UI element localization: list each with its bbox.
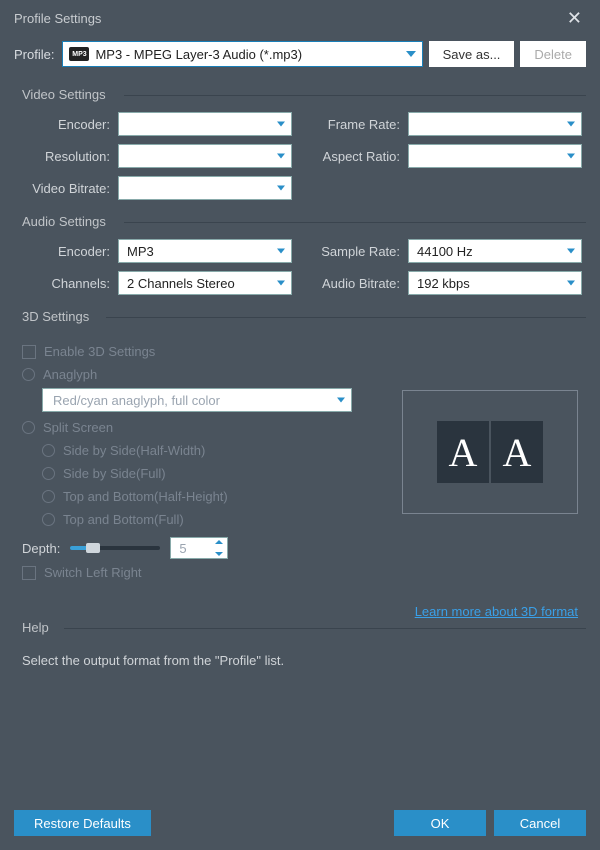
profile-row: Profile: MP3 MP3 - MPEG Layer-3 Audio (*…	[0, 33, 600, 83]
anaglyph-row: Anaglyph	[22, 363, 578, 386]
slider-thumb-icon[interactable]	[86, 543, 100, 553]
switch-lr-row: Switch Left Right	[22, 561, 578, 584]
spin-down-icon[interactable]	[215, 552, 223, 556]
chevron-down-icon	[567, 249, 575, 254]
switch-lr-checkbox[interactable]	[22, 566, 36, 580]
audio-encoder-label: Encoder:	[18, 244, 118, 259]
delete-button: Delete	[520, 41, 586, 67]
profile-select[interactable]: MP3 MP3 - MPEG Layer-3 Audio (*.mp3)	[62, 41, 422, 67]
video-settings-section: Video Settings Encoder: Frame Rate: Reso…	[0, 83, 600, 200]
mp3-icon: MP3	[69, 47, 89, 61]
depth-spinner[interactable]: 5	[170, 537, 228, 559]
enable-3d-label: Enable 3D Settings	[44, 344, 155, 359]
switch-lr-label: Switch Left Right	[44, 565, 142, 580]
chevron-down-icon	[277, 122, 285, 127]
enable-3d-checkbox[interactable]	[22, 345, 36, 359]
profile-value: MP3 - MPEG Layer-3 Audio (*.mp3)	[95, 47, 302, 62]
close-icon[interactable]: ✕	[563, 8, 586, 29]
preview-right-glyph: A	[491, 421, 543, 483]
chevron-down-icon	[277, 154, 285, 159]
anaglyph-radio[interactable]	[22, 368, 35, 381]
depth-row: Depth: 5	[22, 531, 578, 561]
help-section-title: Help	[14, 616, 586, 645]
ok-button[interactable]: OK	[394, 810, 486, 836]
preview-left-glyph: A	[437, 421, 489, 483]
chevron-down-icon	[337, 398, 345, 403]
framerate-label: Frame Rate:	[308, 117, 408, 132]
resolution-select[interactable]	[118, 144, 292, 168]
help-section: Help Select the output format from the "…	[0, 616, 600, 676]
audio-bitrate-label: Audio Bitrate:	[308, 276, 408, 291]
video-bitrate-select[interactable]	[118, 176, 292, 200]
depth-label: Depth:	[22, 541, 60, 556]
split-radio[interactable]	[22, 421, 35, 434]
profile-label: Profile:	[14, 47, 54, 62]
audio-section-title: Audio Settings	[14, 210, 586, 239]
audio-encoder-select[interactable]: MP3	[118, 239, 292, 263]
video-encoder-label: Encoder:	[18, 117, 118, 132]
depth-slider[interactable]	[70, 546, 160, 550]
video-encoder-select[interactable]	[118, 112, 292, 136]
window-title: Profile Settings	[14, 11, 101, 26]
cancel-button[interactable]: Cancel	[494, 810, 586, 836]
sbs-full-label: Side by Side(Full)	[63, 466, 166, 481]
titlebar: Profile Settings ✕	[0, 0, 600, 33]
chevron-down-icon	[277, 281, 285, 286]
chevron-down-icon	[567, 281, 575, 286]
chevron-down-icon	[567, 154, 575, 159]
resolution-label: Resolution:	[18, 149, 118, 164]
tab-full-radio[interactable]	[42, 513, 55, 526]
chevron-down-icon	[406, 51, 416, 57]
channels-label: Channels:	[18, 276, 118, 291]
aspect-select[interactable]	[408, 144, 582, 168]
anaglyph-label: Anaglyph	[43, 367, 97, 382]
chevron-down-icon	[277, 249, 285, 254]
tab-half-radio[interactable]	[42, 490, 55, 503]
aspect-label: Aspect Ratio:	[308, 149, 408, 164]
spin-up-icon[interactable]	[215, 540, 223, 544]
audio-bitrate-select[interactable]: 192 kbps	[408, 271, 582, 295]
audio-settings-section: Audio Settings Encoder: MP3 Sample Rate:…	[0, 210, 600, 295]
anaglyph-select[interactable]: Red/cyan anaglyph, full color	[42, 388, 352, 412]
video-bitrate-label: Video Bitrate:	[18, 181, 118, 196]
split-label: Split Screen	[43, 420, 113, 435]
sbs-half-label: Side by Side(Half-Width)	[63, 443, 205, 458]
sbs-half-radio[interactable]	[42, 444, 55, 457]
tab-half-label: Top and Bottom(Half-Height)	[63, 489, 228, 504]
3d-preview: A A	[402, 390, 578, 514]
samplerate-label: Sample Rate:	[308, 244, 408, 259]
save-as-button[interactable]: Save as...	[429, 41, 515, 67]
framerate-select[interactable]	[408, 112, 582, 136]
tab-full-label: Top and Bottom(Full)	[63, 512, 184, 527]
help-text: Select the output format from the "Profi…	[14, 645, 586, 676]
chevron-down-icon	[277, 186, 285, 191]
samplerate-select[interactable]: 44100 Hz	[408, 239, 582, 263]
footer: Restore Defaults OK Cancel	[0, 810, 600, 836]
3d-section-title: 3D Settings	[14, 305, 586, 334]
chevron-down-icon	[567, 122, 575, 127]
enable-3d-row: Enable 3D Settings	[22, 340, 578, 363]
restore-defaults-button[interactable]: Restore Defaults	[14, 810, 151, 836]
channels-select[interactable]: 2 Channels Stereo	[118, 271, 292, 295]
video-section-title: Video Settings	[14, 83, 586, 112]
sbs-full-radio[interactable]	[42, 467, 55, 480]
